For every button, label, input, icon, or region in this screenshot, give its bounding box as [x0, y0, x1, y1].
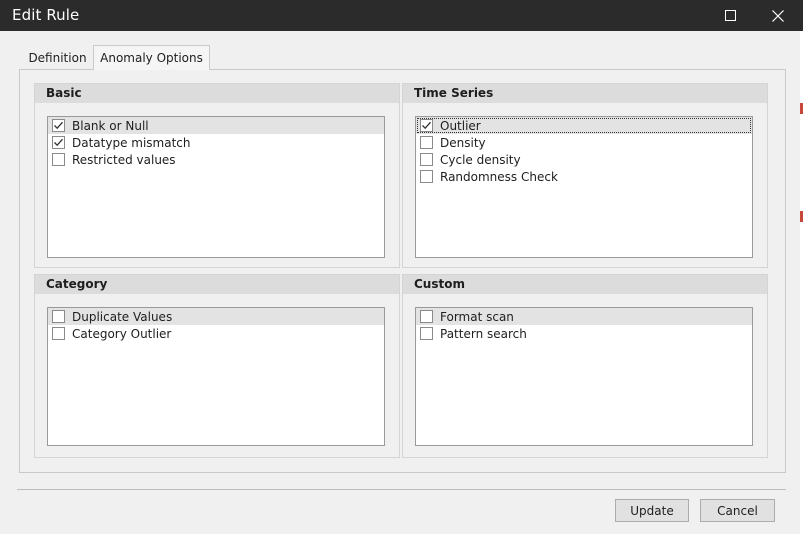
close-icon	[772, 9, 784, 22]
close-button[interactable]	[755, 0, 801, 31]
checkbox-checked[interactable]	[420, 119, 433, 132]
checkbox-checked[interactable]	[52, 119, 65, 132]
basic-group-title: Basic	[35, 84, 399, 103]
tab-anomaly-options[interactable]: Anomaly Options	[93, 45, 210, 70]
option-label: Density	[440, 135, 486, 150]
option-row[interactable]: Outlier	[416, 117, 752, 134]
checkmark-icon	[54, 121, 63, 130]
checkbox-unchecked[interactable]	[420, 170, 433, 183]
option-row[interactable]: Pattern search	[416, 325, 752, 342]
window-title: Edit Rule	[12, 6, 80, 24]
maximize-button[interactable]	[707, 0, 753, 31]
option-label: Format scan	[440, 309, 514, 324]
category-options-list[interactable]: Duplicate Values Category Outlier	[47, 307, 385, 446]
option-label: Blank or Null	[72, 118, 149, 133]
checkbox-unchecked[interactable]	[420, 153, 433, 166]
checkbox-checked[interactable]	[52, 136, 65, 149]
option-label: Datatype mismatch	[72, 135, 191, 150]
option-row[interactable]: Datatype mismatch	[48, 134, 384, 151]
option-label: Outlier	[440, 118, 481, 133]
cancel-button[interactable]: Cancel	[700, 499, 775, 522]
option-label: Pattern search	[440, 326, 527, 341]
time-series-group-title: Time Series	[403, 84, 767, 103]
option-row[interactable]: Density	[416, 134, 752, 151]
option-label: Cycle density	[440, 152, 521, 167]
tab-definition[interactable]: Definition	[22, 46, 93, 70]
basic-options-list[interactable]: Blank or Null Datatype mismatch Restricted…	[47, 116, 385, 258]
checkbox-unchecked[interactable]	[420, 136, 433, 149]
option-row[interactable]: Restricted values	[48, 151, 384, 168]
option-label: Restricted values	[72, 152, 176, 167]
option-row[interactable]: Randomness Check	[416, 168, 752, 185]
maximize-icon	[724, 10, 736, 21]
option-label: Randomness Check	[440, 169, 558, 184]
option-row[interactable]: Blank or Null	[48, 117, 384, 134]
option-row[interactable]: Cycle density	[416, 151, 752, 168]
checkmark-icon	[54, 138, 63, 147]
title-bar: Edit Rule	[0, 0, 803, 31]
custom-options-list[interactable]: Format scan Pattern search	[415, 307, 753, 446]
checkbox-unchecked[interactable]	[52, 327, 65, 340]
checkbox-unchecked[interactable]	[420, 310, 433, 323]
custom-group: Custom Format scan Pattern search	[402, 274, 768, 458]
checkbox-unchecked[interactable]	[420, 327, 433, 340]
category-group: Category Duplicate Values Category Outlie…	[34, 274, 400, 458]
checkbox-unchecked[interactable]	[52, 153, 65, 166]
basic-group: Basic Blank or Null Datatype mismatch Rest…	[34, 83, 400, 268]
time-series-options-list[interactable]: Outlier Density Cycle density Randomness Ch…	[415, 116, 753, 258]
checkbox-unchecked[interactable]	[52, 310, 65, 323]
option-row[interactable]: Category Outlier	[48, 325, 384, 342]
checkmark-icon	[422, 121, 431, 130]
option-row[interactable]: Duplicate Values	[48, 308, 384, 325]
category-group-title: Category	[35, 275, 399, 294]
update-button[interactable]: Update	[615, 499, 689, 522]
option-label: Duplicate Values	[72, 309, 173, 324]
custom-group-title: Custom	[403, 275, 767, 294]
time-series-group: Time Series Outlier Density Cycle density R…	[402, 83, 768, 268]
option-label: Category Outlier	[72, 326, 172, 341]
option-row[interactable]: Format scan	[416, 308, 752, 325]
footer-divider	[17, 489, 786, 490]
